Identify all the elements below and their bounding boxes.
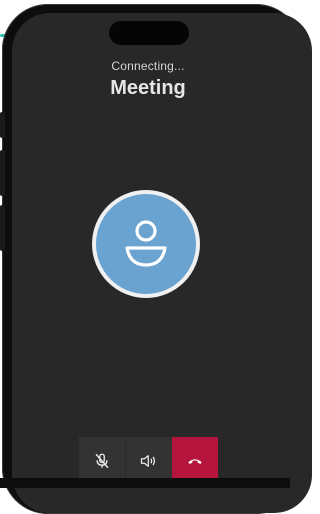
call-title: Meeting (110, 77, 186, 99)
microphone-off-icon (95, 453, 109, 469)
speaker-icon (140, 455, 156, 467)
phone-side-button (0, 112, 5, 138)
camera-notch (109, 21, 189, 45)
phone-hangup-icon (188, 459, 202, 464)
call-status: Connecting... (111, 59, 185, 73)
user-icon (125, 220, 167, 267)
phone-side-button (0, 150, 5, 196)
call-screen: Connecting... Meeting (12, 13, 312, 513)
phone-bottom-bezel (0, 478, 290, 488)
avatar (96, 194, 196, 294)
phone-side-button (0, 205, 5, 251)
